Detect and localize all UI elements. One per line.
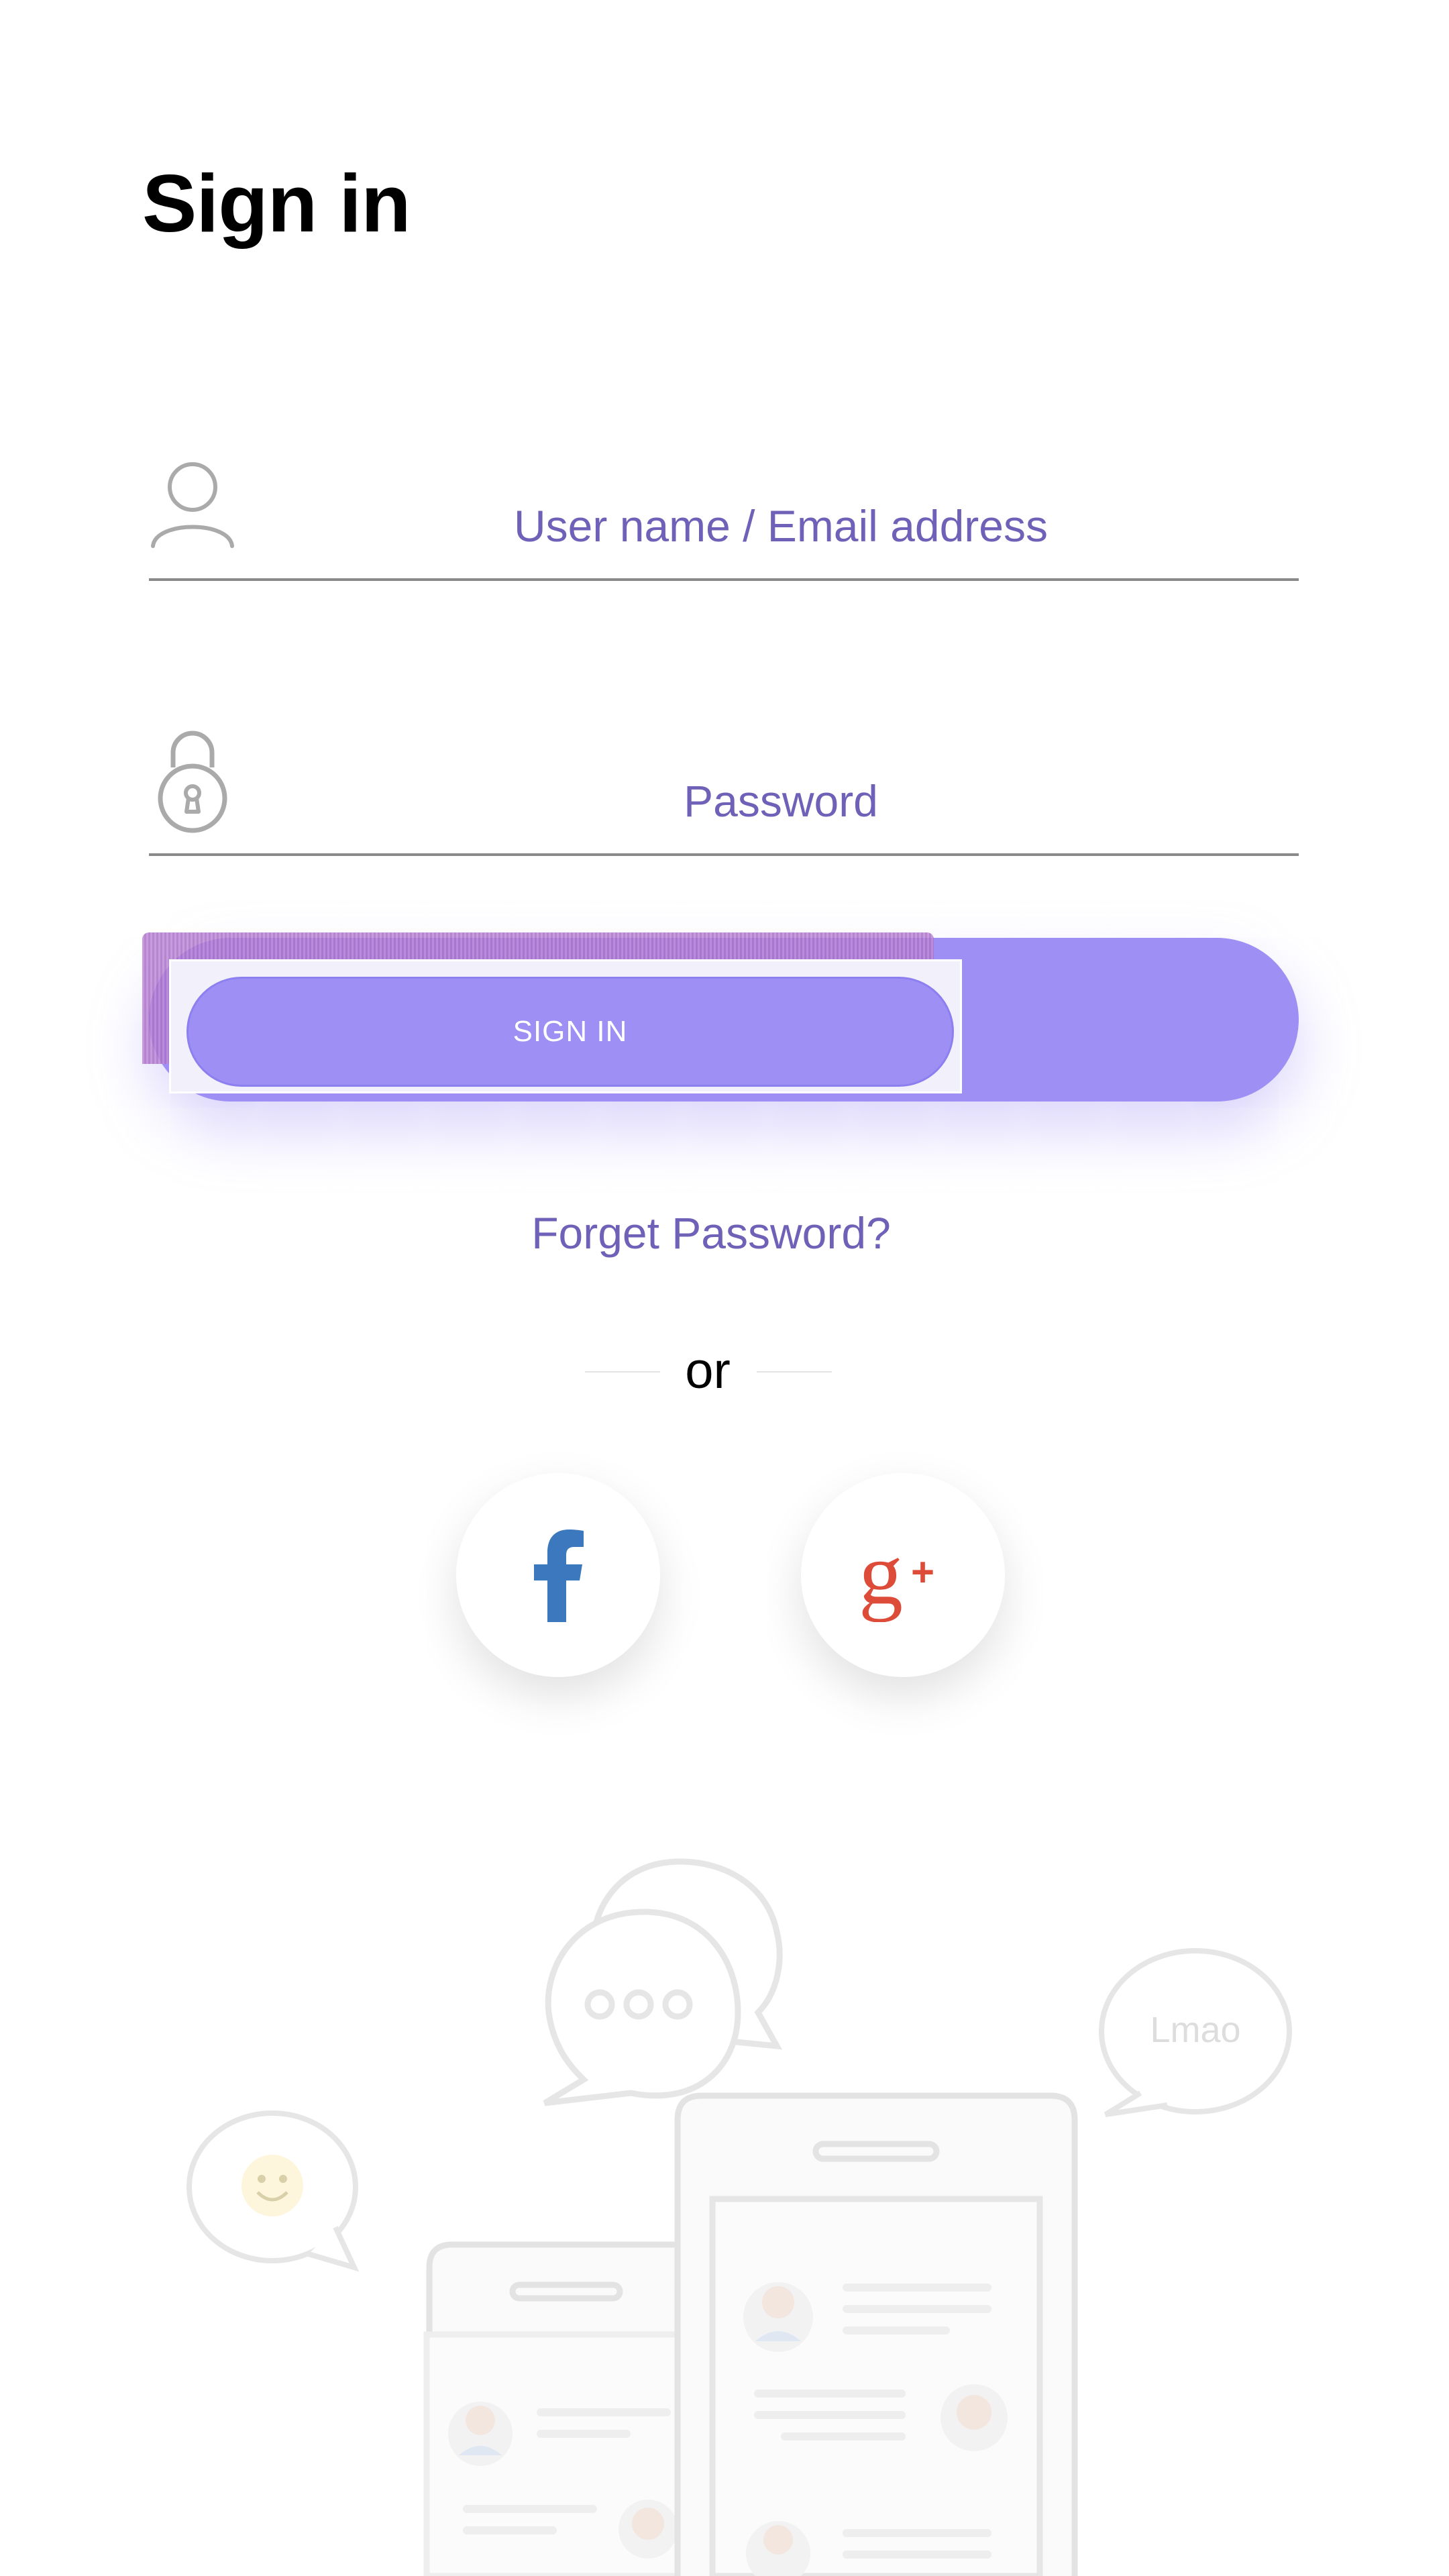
username-input[interactable]	[263, 488, 1299, 564]
google-plus-icon: g +	[859, 1528, 934, 1622]
page-title: Sign in	[142, 158, 411, 249]
chat-bubbles-icon	[543, 1858, 783, 2106]
or-separator: or	[685, 1342, 731, 1399]
lmao-text: Lmao	[1150, 2010, 1240, 2050]
svg-text:+: +	[911, 1550, 934, 1595]
sign-in-label: SIGN IN	[513, 1015, 628, 1048]
password-input[interactable]	[263, 763, 1299, 839]
phone-icon	[674, 2092, 1078, 2576]
emoji-bubble-icon	[186, 2110, 360, 2272]
password-field-group	[149, 731, 1299, 856]
divider-left	[585, 1371, 660, 1373]
google-plus-login-button[interactable]: g +	[801, 1473, 1005, 1677]
chat-illustration: Lmao	[186, 1858, 1292, 2576]
sign-in-button-inner[interactable]: SIGN IN	[186, 977, 954, 1087]
svg-text:g: g	[859, 1528, 903, 1622]
divider-right	[757, 1371, 832, 1373]
facebook-icon	[534, 1529, 584, 1622]
user-icon	[151, 462, 234, 548]
facebook-login-button[interactable]	[456, 1473, 660, 1677]
forgot-password-link[interactable]: Forget Password?	[0, 1208, 1422, 1258]
username-field-group	[149, 456, 1299, 581]
lock-icon	[158, 731, 227, 833]
